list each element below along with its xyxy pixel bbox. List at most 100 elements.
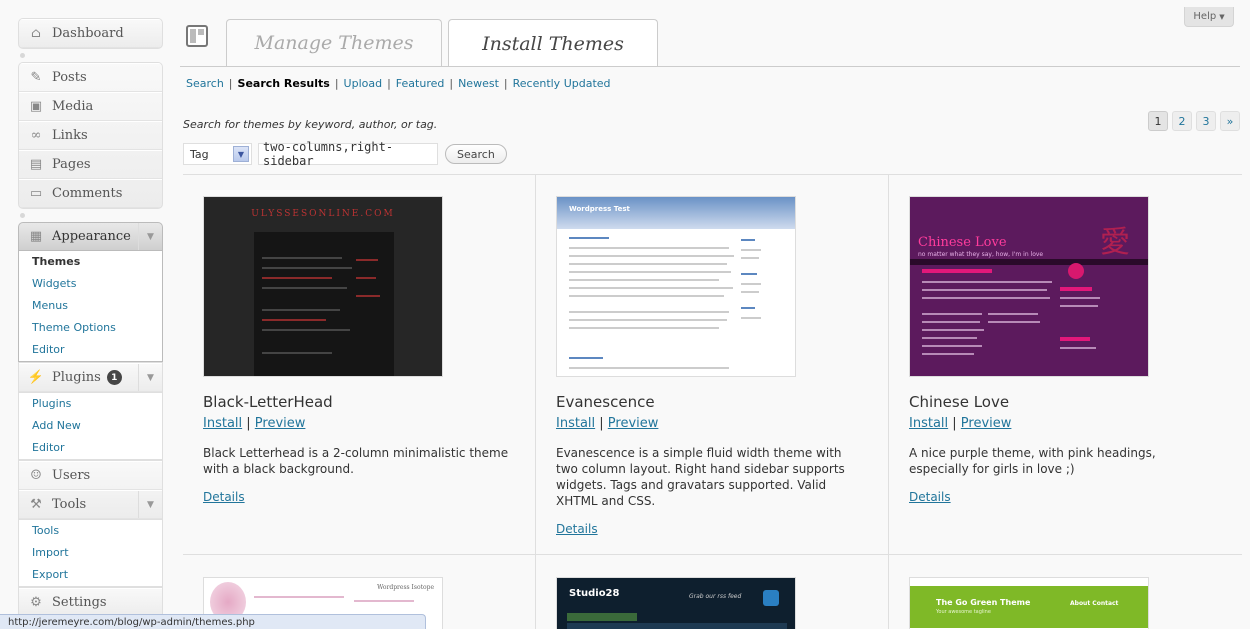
theme-card: Chinese Love no matter what they say, ho… [889,175,1242,555]
thumb-site-title: The Go Green Theme [936,598,1031,607]
menu-dashboard[interactable]: ⌂ Dashboard [19,19,162,48]
menu-appearance[interactable]: ▦ Appearance ▼ [18,222,163,251]
thumb-text-line [922,329,984,331]
submenu-import[interactable]: Import [19,542,162,564]
menu-settings[interactable]: ⚙ Settings [19,588,162,617]
tab-install-themes[interactable]: Install Themes [448,19,658,67]
menu-posts[interactable]: ✎ Posts [19,63,162,92]
subnav-search-results[interactable]: Search Results [238,77,330,90]
theme-screenshot[interactable]: Chinese Love no matter what they say, ho… [909,196,1149,377]
thumb-text-line [922,353,974,355]
submenu-tools[interactable]: Tools [19,520,162,542]
plug-icon: ⚡ [27,370,45,385]
tab-manage-themes[interactable]: Manage Themes [226,19,442,66]
thumb-text-line [1060,347,1096,349]
theme-name: Chinese Love [909,393,1010,411]
thumb-text-line [569,247,729,249]
submenu-plugins[interactable]: Plugins [19,393,162,415]
tools-submenu: Tools Import Export [18,520,163,587]
menu-links[interactable]: ∞ Links [19,121,162,150]
pagination: 1 2 3 » [1144,111,1240,131]
subnav-recently-updated[interactable]: Recently Updated [513,77,611,90]
menu-plugins[interactable]: ⚡ Plugins 1 ▼ [19,363,162,392]
theme-card: ULYSSESONLINE.COM Black-LetterHead Insta… [183,175,536,555]
page-2[interactable]: 2 [1172,111,1192,131]
submenu-export[interactable]: Export [19,564,162,586]
menu-pages[interactable]: ▤ Pages [19,150,162,179]
thumb-rss-text: Grab our rss feed [689,593,742,600]
install-link[interactable]: Install [556,416,595,431]
thumb-text-line [922,321,980,323]
thumb-text-line [262,287,347,289]
toggle-arrow-icon[interactable]: ▼ [138,364,162,391]
theme-name: Black-LetterHead [203,393,333,411]
menu-separator [18,209,163,222]
preview-link[interactable]: Preview [255,416,306,431]
home-icon: ⌂ [31,26,41,41]
install-link[interactable]: Install [909,416,948,431]
search-button[interactable]: Search [445,144,507,164]
help-button[interactable]: Help ▼ [1184,7,1234,27]
install-link[interactable]: Install [203,416,242,431]
thumb-text-line [741,239,755,241]
theme-screenshot[interactable]: Studio28 Grab our rss feed [556,577,796,629]
thumb-text-line [356,259,378,261]
link-icon: ∞ [30,128,42,143]
thumb-content-column [254,232,394,376]
rss-icon [1068,263,1084,279]
submenu-appearance-editor[interactable]: Editor [19,339,162,361]
preview-link[interactable]: Preview [961,416,1012,431]
page-3[interactable]: 3 [1196,111,1216,131]
thumb-text-line [569,319,727,321]
menu-group-users: ☺ Users ⚒ Tools ▼ [18,460,163,520]
theme-card: Wordpress Test Evanescence Install | Pre… [536,175,889,555]
thumb-text-line [1060,337,1090,341]
menu-users[interactable]: ☺ Users [19,461,162,490]
thumb-text-line [741,283,761,285]
thumb-text-line [569,311,729,313]
thumb-text-line [569,327,719,329]
menu-media[interactable]: ▣ Media [19,92,162,121]
subnav-newest[interactable]: Newest [458,77,499,90]
toggle-arrow-icon[interactable]: ▼ [138,223,162,250]
menu-comments[interactable]: ▭ Comments [19,179,162,208]
subnav-search[interactable]: Search [186,77,224,90]
theme-screenshot[interactable]: ULYSSESONLINE.COM [203,196,443,377]
thumb-text-line [354,600,414,602]
toggle-arrow-icon[interactable]: ▼ [138,491,162,518]
theme-description: Black Letterhead is a 2-column minimalis… [203,446,509,476]
submenu-add-new[interactable]: Add New [19,415,162,437]
thumb-text-line [262,257,342,259]
thumb-site-title: ULYSSESONLINE.COM [251,209,395,219]
submenu-plugins-editor[interactable]: Editor [19,437,162,459]
theme-screenshot[interactable]: Wordpress Test [556,196,796,377]
details-link[interactable]: Details [909,490,951,504]
thumb-text-line [922,281,1052,283]
page-1[interactable]: 1 [1148,111,1168,131]
details-link[interactable]: Details [556,522,598,536]
thumb-text-line [988,313,1038,315]
submenu-widgets[interactable]: Widgets [19,273,162,295]
menu-group-plugins: ⚡ Plugins 1 ▼ [18,362,163,393]
subnav-featured[interactable]: Featured [396,77,445,90]
thumb-text-line [569,271,731,273]
search-type-select[interactable]: Tag ▼ [183,143,252,165]
appearance-submenu: Themes Widgets Menus Theme Options Edito… [18,251,163,362]
preview-link[interactable]: Preview [608,416,659,431]
subnav-upload[interactable]: Upload [344,77,383,90]
submenu-menus[interactable]: Menus [19,295,162,317]
menu-tools[interactable]: ⚒ Tools ▼ [19,490,162,519]
thumb-text-line [1060,287,1092,291]
next-page[interactable]: » [1220,111,1240,131]
details-link[interactable]: Details [203,490,245,504]
submenu-theme-options[interactable]: Theme Options [19,317,162,339]
menu-group-content: ✎ Posts ▣ Media ∞ Links ▤ Pages ▭ Commen… [18,62,163,209]
search-description: Search for themes by keyword, author, or… [183,118,438,131]
thumb-text-line [262,309,340,311]
search-input[interactable]: two-columns,right-sidebar [258,140,438,168]
help-label: Help [1193,11,1217,22]
users-icon: ☺ [30,468,42,483]
thumb-site-title: Chinese Love [918,235,1007,250]
theme-screenshot[interactable]: The Go Green Theme Your awesome tagline … [909,577,1149,629]
submenu-themes[interactable]: Themes [19,251,162,273]
